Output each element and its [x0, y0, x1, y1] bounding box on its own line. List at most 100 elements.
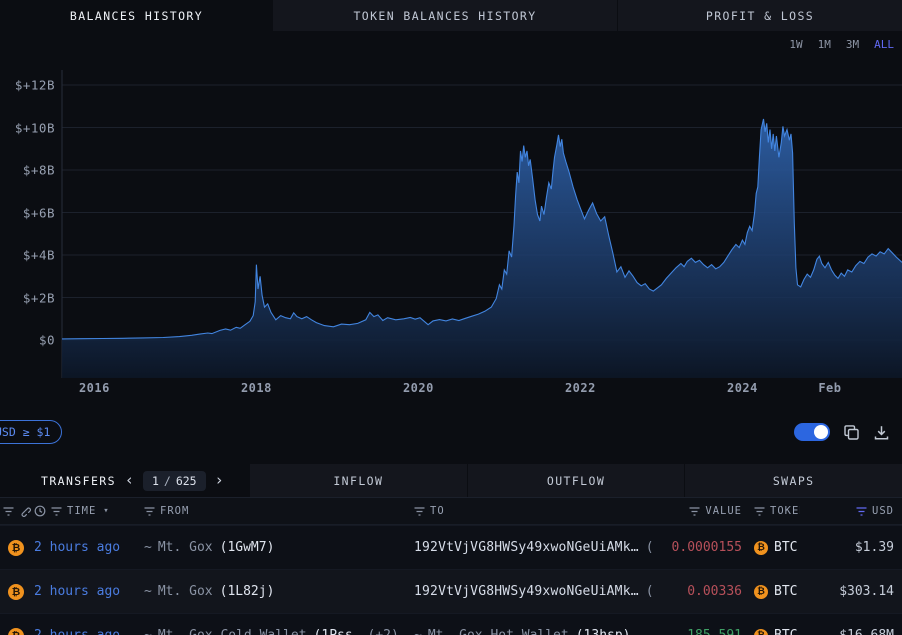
filter-icon[interactable] [51, 507, 62, 516]
x-axis-label: Feb [818, 381, 841, 395]
transfer-value: 185.591 [652, 628, 742, 635]
y-axis-label: $+2B [0, 290, 55, 305]
range-3m[interactable]: 3M [846, 38, 859, 51]
x-axis-label: 2016 [79, 381, 110, 395]
th-token[interactable]: TOKEN [742, 505, 800, 517]
th-chain [0, 505, 34, 517]
time-range-selector: 1W 1M 3M ALL [0, 31, 902, 58]
transfer-to-link[interactable]: 192VtVjVG8HWSy49xwoNGeUiAMk…(+1) [414, 584, 652, 599]
filter-icon[interactable] [754, 507, 765, 516]
btc-token-icon: ₿ [754, 585, 768, 599]
transfer-row[interactable]: ₿ 2 hours ago ~Mt. Gox(1GwM7) 192VtVjVG8… [0, 525, 902, 569]
prev-page-button[interactable]: ‹ [125, 473, 134, 488]
transfer-value: 0.00336 [652, 584, 742, 599]
y-axis-label: $+10B [0, 120, 55, 135]
range-all[interactable]: ALL [874, 38, 894, 51]
chevron-down-icon[interactable]: ▾ [103, 506, 109, 516]
transfer-time-link[interactable]: 2 hours ago [34, 540, 144, 555]
bitcoin-chain-icon: ₿ [8, 584, 24, 600]
tab-token-balances-history[interactable]: TOKEN BALANCES HISTORY [272, 0, 617, 31]
transfers-tab-bar: TRANSFERS ‹ 1/625 › INFLOW OUTFLOW SWAPS [0, 464, 902, 497]
usd-toggle[interactable] [794, 423, 830, 441]
transfer-time-link[interactable]: 2 hours ago [34, 628, 144, 635]
toggle-knob [814, 425, 828, 439]
transfer-token: ₿BTC [742, 628, 800, 635]
balances-history-chart[interactable]: $+12B $+10B $+8B $+6B $+4B $+2B $0 [0, 70, 902, 378]
transfer-to-link[interactable]: ~Mt. Gox Hot Wallet(13hsp) [414, 628, 652, 635]
tab-label: PROFIT & LOSS [706, 9, 814, 23]
tab-label: BALANCES HISTORY [70, 9, 203, 23]
tab-swaps[interactable]: SWAPS [684, 464, 902, 497]
x-axis-label: 2024 [727, 381, 758, 395]
y-axis-label: $0 [0, 333, 55, 348]
chart-controls-row: USD ≥ $1 [0, 400, 902, 464]
x-axis-label: 2022 [565, 381, 596, 395]
column-label: FROM [160, 505, 189, 517]
column-label: USD [872, 505, 894, 517]
transfer-time-link[interactable]: 2 hours ago [34, 584, 144, 599]
column-label: TO [430, 505, 445, 517]
bitcoin-chain-icon: ₿ [8, 540, 24, 556]
tab-inflow[interactable]: INFLOW [249, 464, 467, 497]
chart-actions [794, 423, 890, 441]
column-label: TIME [67, 505, 96, 517]
tab-label: INFLOW [333, 474, 383, 488]
transfers-table-body: ₿ 2 hours ago ~Mt. Gox(1GwM7) 192VtVjVG8… [0, 525, 902, 635]
transfer-row[interactable]: ₿ 2 hours ago ~Mt. Gox Cold Wallet(1Pss…… [0, 613, 902, 635]
y-axis-label: $+8B [0, 163, 55, 178]
range-1w[interactable]: 1W [789, 38, 802, 51]
chain-link-icon[interactable] [19, 505, 31, 517]
filter-icon[interactable] [3, 507, 14, 516]
filter-icon[interactable] [414, 507, 425, 516]
copy-icon[interactable] [843, 424, 860, 441]
current-page: 1 [152, 474, 159, 488]
chart-x-axis: 20162018202020222024Feb [0, 378, 902, 400]
tab-label: TOKEN BALANCES HISTORY [353, 9, 536, 23]
transfer-from-link[interactable]: ~Mt. Gox(1GwM7) [144, 540, 414, 555]
next-page-button[interactable]: › [215, 473, 224, 488]
transfer-usd: $1.39 [800, 540, 894, 555]
th-time[interactable]: TIME ▾ [34, 505, 144, 517]
tab-transfers[interactable]: TRANSFERS ‹ 1/625 › [0, 464, 249, 497]
balance-area-chart[interactable] [0, 70, 902, 378]
tab-label: OUTFLOW [547, 474, 605, 488]
total-pages: 625 [176, 474, 197, 488]
filter-icon[interactable] [689, 507, 700, 516]
th-to[interactable]: TO [414, 505, 652, 517]
page-indicator: 1/625 [143, 471, 206, 491]
transfer-row[interactable]: ₿ 2 hours ago ~Mt. Gox(1L82j) 192VtVjVG8… [0, 569, 902, 613]
tab-profit-loss[interactable]: PROFIT & LOSS [617, 0, 902, 31]
y-axis-label: $+12B [0, 78, 55, 93]
btc-token-icon: ₿ [754, 629, 768, 635]
th-usd[interactable]: USD [800, 505, 894, 517]
column-label: VALUE [705, 505, 742, 517]
filter-chip-label: USD ≥ $1 [0, 425, 50, 439]
filter-icon[interactable] [144, 507, 155, 516]
y-axis-label: $+6B [0, 205, 55, 220]
th-from[interactable]: FROM [144, 505, 414, 517]
transfer-usd: $303.14 [800, 584, 894, 599]
top-tab-bar: BALANCES HISTORY TOKEN BALANCES HISTORY … [0, 0, 902, 31]
bitcoin-chain-icon: ₿ [8, 628, 24, 635]
tab-label: TRANSFERS [41, 474, 116, 488]
transfer-to-link[interactable]: 192VtVjVG8HWSy49xwoNGeUiAMk…(+1) [414, 540, 652, 555]
tab-label: SWAPS [773, 474, 815, 488]
transfer-from-link[interactable]: ~Mt. Gox(1L82j) [144, 584, 414, 599]
filter-icon-active[interactable] [856, 507, 867, 516]
tab-balances-history[interactable]: BALANCES HISTORY [0, 0, 272, 31]
btc-token-icon: ₿ [754, 541, 768, 555]
transfer-value: 0.0000155 [652, 540, 742, 555]
transfers-table-header: TIME ▾ FROM TO VALUE TOKEN USD [0, 497, 902, 525]
tab-outflow[interactable]: OUTFLOW [467, 464, 685, 497]
range-1m[interactable]: 1M [818, 38, 831, 51]
transfer-token: ₿BTC [742, 540, 800, 555]
usd-filter-chip[interactable]: USD ≥ $1 [0, 420, 62, 444]
download-icon[interactable] [873, 424, 890, 441]
column-label: TOKEN [770, 505, 800, 517]
transfer-from-link[interactable]: ~Mt. Gox Cold Wallet(1Pss…(+2) [144, 628, 414, 635]
x-axis-label: 2018 [241, 381, 272, 395]
y-axis-label: $+4B [0, 248, 55, 263]
th-value[interactable]: VALUE [652, 505, 742, 517]
transfer-token: ₿BTC [742, 584, 800, 599]
transfer-usd: $16.68M [800, 628, 894, 635]
